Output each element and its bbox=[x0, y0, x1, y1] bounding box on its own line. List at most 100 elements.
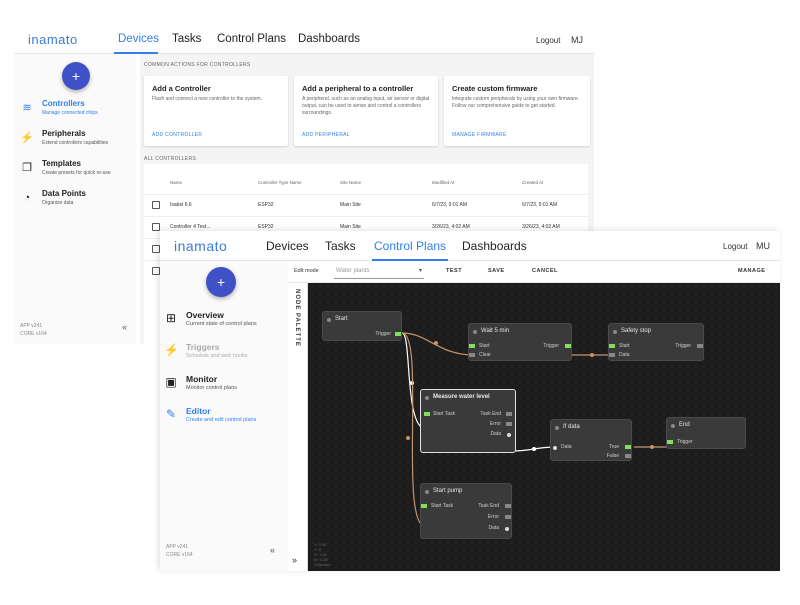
top-app-bar: inamato Devices Tasks Control Plans Dash… bbox=[14, 24, 594, 54]
input-pin[interactable] bbox=[421, 504, 427, 508]
card-title: Add a peripheral to a controller bbox=[302, 84, 414, 93]
sidebar-item-subtitle: Organize data bbox=[42, 200, 74, 206]
node-palette-tab[interactable]: NODE PALETTE » bbox=[288, 283, 308, 571]
column-header[interactable]: Created At bbox=[522, 180, 543, 185]
node-title: Measure water level bbox=[433, 394, 490, 400]
sidebar-item-monitor[interactable]: ▣ Monitor Monitor control plans bbox=[162, 371, 286, 401]
user-initials[interactable]: MJ bbox=[571, 35, 583, 45]
output-pin[interactable] bbox=[505, 515, 511, 519]
port-label: False bbox=[606, 453, 619, 459]
output-pin[interactable] bbox=[625, 445, 631, 449]
node-status-dot bbox=[425, 396, 429, 400]
user-initials[interactable]: MU bbox=[756, 241, 770, 251]
app-logo[interactable]: inamato bbox=[28, 32, 78, 47]
output-pin[interactable] bbox=[625, 454, 631, 458]
node-safety-stop[interactable]: Safety stop Start Data Trigger bbox=[608, 323, 704, 361]
control-plan-select[interactable]: Water plants ▾ bbox=[334, 265, 424, 279]
cell-created: 3/26/23, 4:02 AM bbox=[522, 224, 560, 230]
input-pin[interactable] bbox=[553, 446, 557, 450]
sidebar-item-peripherals[interactable]: ⚡ Peripherals Extend controllers capabil… bbox=[18, 128, 136, 154]
row-checkbox[interactable] bbox=[152, 223, 160, 231]
collapse-sidebar-icon[interactable]: « bbox=[270, 545, 275, 555]
row-checkbox[interactable] bbox=[152, 201, 160, 209]
output-pin[interactable] bbox=[506, 422, 512, 426]
nav-dashboards[interactable]: Dashboards bbox=[462, 239, 527, 253]
sidebar-item-controllers[interactable]: ≋ Controllers Manage connected chips bbox=[18, 98, 136, 124]
nav-tasks[interactable]: Tasks bbox=[325, 239, 356, 253]
port-label: Start Task bbox=[433, 411, 456, 417]
nav-control-plans[interactable]: Control Plans bbox=[217, 33, 286, 45]
nav-devices[interactable]: Devices bbox=[118, 33, 159, 45]
sidebar-item-label: Peripherals bbox=[42, 129, 86, 138]
port-label: Error bbox=[487, 514, 499, 520]
sidebar-item-data-points[interactable]: ◔ Data Points Organize data bbox=[18, 188, 136, 214]
input-pin[interactable] bbox=[424, 412, 430, 416]
node-measure-water-level[interactable]: Measure water level Start Task Task End … bbox=[420, 389, 516, 453]
input-pin[interactable] bbox=[469, 344, 475, 348]
collapse-sidebar-icon[interactable]: « bbox=[122, 322, 127, 332]
section-title: COMMON ACTIONS FOR CONTROLLERS bbox=[144, 62, 251, 68]
sidebar-item-overview[interactable]: ⊞ Overview Current state of control plan… bbox=[162, 307, 286, 337]
output-pin[interactable] bbox=[505, 504, 511, 508]
node-wait[interactable]: Wait 5 min Start Clear Trigger bbox=[468, 323, 572, 361]
column-header[interactable]: Name bbox=[170, 180, 182, 185]
port-label: Start Task bbox=[431, 503, 454, 509]
sidebar-item-subtitle: Create and edit control plans bbox=[186, 417, 257, 423]
app-logo[interactable]: inamato bbox=[174, 238, 227, 254]
output-pin[interactable] bbox=[395, 332, 401, 336]
output-pin[interactable] bbox=[505, 527, 509, 531]
editor-toolbar: Edit mode Water plants ▾ TEST SAVE CANCE… bbox=[288, 261, 780, 283]
output-pin[interactable] bbox=[565, 344, 571, 348]
node-start-pump[interactable]: Start pump Start Task Task End Error Dat… bbox=[420, 483, 512, 539]
input-pin[interactable] bbox=[609, 353, 615, 357]
node-end[interactable]: End Trigger bbox=[666, 417, 746, 449]
coord-line: Selection bbox=[314, 562, 331, 567]
cell-name: Isabel 6.6 bbox=[170, 202, 192, 208]
save-button[interactable]: SAVE bbox=[488, 268, 505, 274]
output-pin[interactable] bbox=[697, 344, 703, 348]
add-controller-button[interactable]: ADD CONTROLLER bbox=[152, 132, 202, 138]
cancel-button[interactable]: CANCEL bbox=[532, 268, 558, 274]
port-label: Task End bbox=[478, 503, 499, 509]
nav-dashboards[interactable]: Dashboards bbox=[298, 33, 360, 45]
test-button[interactable]: TEST bbox=[446, 268, 462, 274]
expand-palette-icon[interactable]: » bbox=[292, 555, 297, 565]
add-fab-button[interactable]: + bbox=[206, 267, 236, 297]
input-pin[interactable] bbox=[667, 440, 673, 444]
nav-tasks[interactable]: Tasks bbox=[172, 33, 201, 45]
row-checkbox[interactable] bbox=[152, 267, 160, 275]
output-pin[interactable] bbox=[506, 412, 512, 416]
input-pin[interactable] bbox=[469, 353, 475, 357]
sidebar-item-subtitle: Monitor control plans bbox=[186, 385, 238, 391]
port-label: Error bbox=[489, 421, 501, 427]
row-checkbox[interactable] bbox=[152, 245, 160, 253]
column-header[interactable]: Controller Type Name bbox=[258, 180, 302, 185]
sidebar-item-subtitle: Schedule and web hooks bbox=[186, 353, 248, 359]
sidebar-item-editor[interactable]: ✎ Editor Create and edit control plans bbox=[162, 403, 286, 433]
node-title: Safety stop bbox=[621, 328, 652, 334]
add-peripheral-button[interactable]: ADD PERIPHERAL bbox=[302, 132, 350, 138]
logout-link[interactable]: Logout bbox=[723, 242, 747, 251]
port-label: Start bbox=[479, 343, 490, 349]
input-pin[interactable] bbox=[609, 344, 615, 348]
node-start[interactable]: Start Trigger bbox=[322, 311, 402, 341]
sidebar-item-templates[interactable]: ❐ Templates Create presets for quick re-… bbox=[18, 158, 136, 184]
logout-link[interactable]: Logout bbox=[536, 36, 560, 45]
node-canvas[interactable]: Start Trigger Wait 5 min Start Clear Tri… bbox=[308, 283, 780, 571]
node-if-data[interactable]: If data Data True False bbox=[550, 419, 632, 461]
output-pin[interactable] bbox=[507, 433, 511, 437]
node-status-dot bbox=[555, 426, 559, 430]
nav-control-plans[interactable]: Control Plans bbox=[374, 239, 446, 253]
manage-firmware-button[interactable]: MANAGE FIRMWARE bbox=[452, 132, 507, 138]
nav-devices[interactable]: Devices bbox=[266, 239, 309, 253]
column-header[interactable]: Site Name bbox=[340, 180, 361, 185]
card-description: Integrate custom peripherals by using yo… bbox=[452, 96, 580, 109]
card-description: Flash and connect a new controller to th… bbox=[152, 96, 263, 102]
cell-modified: 3/26/23, 4:02 AM bbox=[432, 224, 470, 230]
table-row[interactable]: Isabel 6.6 ESP32 Main Site 6/7/23, 9:01 … bbox=[144, 194, 588, 216]
select-value: Water plants bbox=[336, 268, 370, 274]
sidebar-item-triggers[interactable]: ⚡ Triggers Schedule and web hooks bbox=[162, 339, 286, 369]
add-fab-button[interactable]: + bbox=[62, 62, 90, 90]
column-header[interactable]: Modified At bbox=[432, 180, 454, 185]
manage-button[interactable]: MANAGE bbox=[738, 268, 765, 274]
